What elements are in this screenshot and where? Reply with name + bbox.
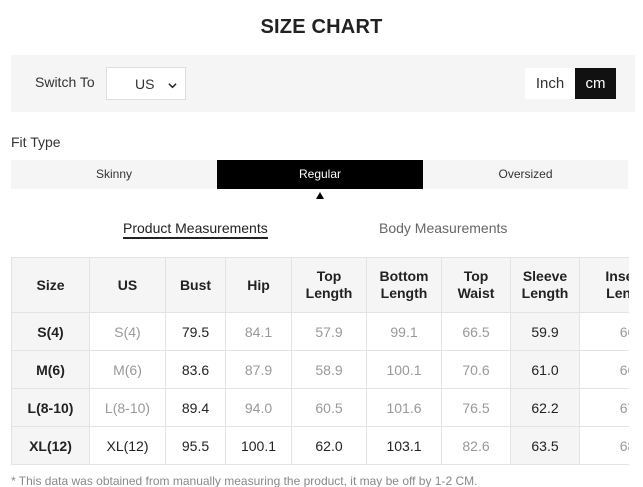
table-header-row: Size US Bust Hip Top Length Bottom Length Top Wai… xyxy=(11,257,629,313)
tab-body-measurements[interactable]: Body Measurements xyxy=(379,220,507,236)
column-header-text: Length xyxy=(305,285,353,301)
column-header: Top Length xyxy=(291,257,367,313)
measurement-cell: 62.2 xyxy=(510,388,580,427)
size-cell: L(8-10) xyxy=(11,388,90,427)
measurement-cell: 94.0 xyxy=(225,388,292,427)
measurement-cell: 57.9 xyxy=(291,312,367,351)
column-header: InseamLength xyxy=(579,257,629,313)
fit-type-label: Fit Type xyxy=(11,134,61,150)
column-header-text: Top xyxy=(463,268,489,284)
size-cell: XL(12) xyxy=(11,426,90,465)
table-row: XL(12)XL(12)95.5100.162.0103.182.663.568… xyxy=(11,426,629,465)
column-header-text: Length xyxy=(606,285,629,301)
measurement-cell: 60.5 xyxy=(291,388,367,427)
chevron-down-icon xyxy=(168,83,177,89)
measurement-cell: XL(12) xyxy=(89,426,166,465)
measurement-cell: 87.9 xyxy=(225,350,292,389)
measurement-cell: 103.1 xyxy=(366,426,442,465)
column-header-text: Bust xyxy=(179,276,212,293)
measurement-cell: 89.4 xyxy=(165,388,226,427)
measurement-cell: 66. xyxy=(579,350,629,389)
column-header-text: Sleeve xyxy=(522,268,568,284)
measurement-cell: 83.6 xyxy=(165,350,226,389)
size-table-container[interactable]: Size US Bust Hip Top Length Bottom Length Top Wai… xyxy=(11,257,629,465)
measurement-cell: 84.1 xyxy=(225,312,292,351)
column-header-text: Waist xyxy=(457,285,495,301)
column-header-text: Bottom xyxy=(379,268,429,284)
table-row: L(8-10) L(8-10) 89.4 94.0 60.5 101.6 76.5 62.2 6… xyxy=(11,388,629,427)
measurement-cell: 68. xyxy=(579,426,629,465)
column-header: Bust xyxy=(165,257,226,313)
size-cell: M(6) xyxy=(11,350,90,389)
measurement-cell: 101.6 xyxy=(366,388,442,427)
size-cell: S(4) xyxy=(11,312,90,351)
measurement-footnote: * This data was obtained from manually m… xyxy=(11,474,478,487)
column-header: Bottom Length xyxy=(366,257,442,313)
fit-tab-skinny[interactable]: Skinny xyxy=(11,160,217,189)
fit-type-tabs: Skinny Regular Oversized xyxy=(11,160,628,189)
measurement-cell: 82.6 xyxy=(441,426,511,465)
unit-cm-button[interactable]: cm xyxy=(575,68,616,99)
measurement-cell: 63.5 xyxy=(510,426,580,465)
measurement-cell: 66. xyxy=(579,312,629,351)
measurement-cell: 70.6 xyxy=(441,350,511,389)
unit-switch-bar: Switch To US Inch cm xyxy=(11,55,635,112)
switch-to-label: Switch To xyxy=(35,74,95,90)
column-header: Hip xyxy=(225,257,292,313)
region-select[interactable]: US xyxy=(106,67,186,100)
page-title: SIZE CHART xyxy=(260,16,383,38)
measurement-cell: 61.0 xyxy=(510,350,580,389)
column-header: Size xyxy=(11,257,90,313)
measurement-cell: 66.5 xyxy=(441,312,511,351)
measurement-cell: 59.9 xyxy=(510,312,580,351)
column-header-text: Length xyxy=(521,285,569,301)
tab-product-measurements[interactable]: Product Measurements xyxy=(123,220,268,239)
table-body: S(4)S(4)79.584.157.999.166.559.966.M(6)M… xyxy=(11,312,629,465)
column-header: Sleeve Length xyxy=(510,257,580,313)
region-select-value: US xyxy=(135,76,155,92)
size-table: Size US Bust Hip Top Length Bottom Length Top Wai… xyxy=(11,257,629,465)
measurement-cell: 62.0 xyxy=(291,426,367,465)
measurement-cell: M(6) xyxy=(89,350,166,389)
measurement-cell: 79.5 xyxy=(165,312,226,351)
column-header-text: Size xyxy=(36,276,65,293)
column-header-text: Top xyxy=(316,268,342,284)
unit-inch-button[interactable]: Inch xyxy=(525,68,575,99)
measurement-cell: L(8-10) xyxy=(89,388,166,427)
column-header-text: Inseam xyxy=(605,268,629,284)
fit-tab-regular[interactable]: Regular xyxy=(217,160,423,189)
measurement-cell: S(4) xyxy=(89,312,166,351)
measurement-cell: 95.5 xyxy=(165,426,226,465)
fit-tab-oversized[interactable]: Oversized xyxy=(423,160,628,189)
measurement-cell: 100.1 xyxy=(366,350,442,389)
column-header-text: US xyxy=(117,276,138,293)
measurement-cell: 67. xyxy=(579,388,629,427)
column-header-text: Hip xyxy=(247,276,270,293)
table-row: S(4)S(4)79.584.157.999.166.559.966. xyxy=(11,312,629,351)
caret-up-icon xyxy=(316,192,324,199)
column-header: Top Waist xyxy=(441,257,511,313)
measurement-cell: 76.5 xyxy=(441,388,511,427)
column-header: US xyxy=(89,257,166,313)
measurement-cell: 99.1 xyxy=(366,312,442,351)
column-header-text: Length xyxy=(380,285,428,301)
measurement-cell: 58.9 xyxy=(291,350,367,389)
measurement-cell: 100.1 xyxy=(225,426,292,465)
table-row: M(6)M(6)83.687.958.9100.170.661.066. xyxy=(11,350,629,389)
